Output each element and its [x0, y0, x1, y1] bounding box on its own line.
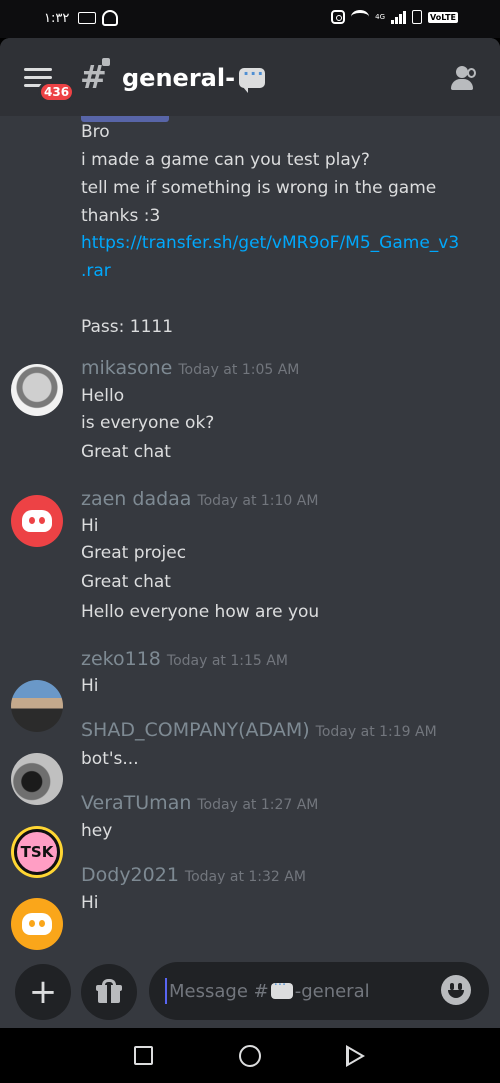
user-avatar[interactable]: [11, 364, 63, 416]
channel-header: 436 # general-: [0, 38, 500, 116]
member-head: [456, 66, 468, 78]
message-composer: + Message # -general: [0, 962, 500, 1028]
message-line: tell me if something is wrong in the gam…: [81, 178, 437, 198]
instagram-icon: [331, 10, 346, 24]
message-timestamp: Today at 1:15 AM: [166, 653, 288, 669]
user-avatar[interactable]: [11, 898, 63, 950]
message-timestamp: Today at 1:10 AM: [197, 493, 319, 509]
placeholder-prefix: Message #: [169, 980, 269, 1002]
battery-icon: [412, 10, 423, 24]
user-avatar[interactable]: [11, 495, 63, 547]
members-icon: [467, 68, 476, 78]
status-icons: 4G VoLTE: [331, 10, 458, 24]
message-line: Hi: [81, 516, 99, 536]
channel-title[interactable]: general-: [122, 64, 266, 93]
notification-icon: [78, 12, 96, 24]
discord-app: 436 # general- Bro i made a game can you…: [0, 38, 500, 1028]
message-author[interactable]: zaen dadaa Today at 1:10 AM: [81, 488, 318, 510]
message-line: is everyone ok?: [81, 413, 215, 433]
wifi-icon: [351, 10, 370, 24]
author-name: VeraTUman: [81, 792, 192, 814]
attach-button[interactable]: +: [15, 964, 71, 1020]
discord-logo-icon: [22, 913, 52, 935]
message-line: Hi: [81, 893, 99, 913]
message-line: Great chat: [81, 572, 171, 592]
status-time: ١:٣٢: [44, 11, 70, 26]
message-line: hey: [81, 821, 113, 841]
message-author[interactable]: SHAD_COMPANY(ADAM) Today at 1:19 AM: [81, 719, 437, 741]
author-name: Dody2021: [81, 864, 179, 886]
emoji-eye: [458, 983, 462, 990]
message-timestamp: Today at 1:05 AM: [178, 362, 300, 378]
menu-bar: [24, 76, 52, 79]
channel-name: general-: [122, 64, 236, 92]
status-bar: ١:٣٢ 4G VoLTE: [0, 0, 500, 38]
member-body: [451, 79, 473, 90]
network-type-label: 4G: [375, 13, 386, 21]
message-timestamp: Today at 1:32 AM: [184, 869, 306, 885]
gift-icon: [96, 979, 122, 1003]
message-line: Pass: 1111: [81, 317, 174, 337]
user-avatar[interactable]: TSK: [11, 826, 63, 878]
home-circle-icon[interactable]: [239, 1045, 261, 1067]
discord-logo-icon: [22, 510, 52, 532]
emoji-button[interactable]: [441, 975, 471, 1005]
signal-icon: [391, 10, 407, 24]
message-line: i made a game can you test play?: [81, 150, 370, 170]
message-line: Hello everyone how are you: [81, 602, 320, 622]
message-author[interactable]: zeko118 Today at 1:15 AM: [81, 648, 288, 670]
message-line: thanks :3: [81, 206, 161, 226]
members-button[interactable]: [450, 66, 480, 92]
message-line: Hello: [81, 386, 125, 406]
message-line: Great chat: [81, 442, 171, 462]
author-name: mikasone: [81, 357, 173, 379]
placeholder-suffix: -general: [294, 980, 370, 1002]
message-author[interactable]: VeraTUman Today at 1:27 AM: [81, 792, 318, 814]
message-timestamp: Today at 1:19 AM: [315, 724, 437, 740]
author-name: zeko118: [81, 648, 161, 670]
speech-bubble-icon: [270, 978, 293, 999]
message-link-continuation[interactable]: .rar: [81, 261, 111, 281]
user-avatar[interactable]: [11, 680, 63, 732]
message-link[interactable]: https://transfer.sh/get/vMR9oF/M5_Game_v…: [81, 233, 459, 253]
menu-bar: [24, 68, 52, 71]
message-line: bot's...: [81, 749, 139, 769]
volte-badge: VoLTE: [428, 11, 458, 23]
headphones-icon: [102, 10, 118, 26]
speech-bubble-icon: [239, 64, 266, 93]
message-line: Hi: [81, 676, 99, 696]
author-name: SHAD_COMPANY(ADAM): [81, 719, 310, 741]
message-line: Bro: [81, 122, 110, 142]
message-line: Great projec: [81, 543, 187, 563]
system-nav-bar: [0, 1028, 500, 1083]
message-list[interactable]: Bro i made a game can you test play? tel…: [0, 116, 500, 962]
gift-button[interactable]: [81, 964, 137, 1020]
user-avatar[interactable]: [11, 753, 63, 805]
plus-icon: +: [28, 972, 58, 1012]
author-name: zaen dadaa: [81, 488, 192, 510]
mention-badge: 436: [38, 81, 76, 103]
lock-icon: [102, 58, 110, 66]
text-caret: [165, 978, 167, 1004]
message-author[interactable]: Dody2021 Today at 1:32 AM: [81, 864, 306, 886]
message-timestamp: Today at 1:27 AM: [197, 797, 319, 813]
emoji-mouth: [448, 990, 464, 998]
recents-square-icon[interactable]: [134, 1046, 153, 1065]
back-triangle-icon[interactable]: [346, 1045, 365, 1067]
message-input[interactable]: Message # -general: [149, 962, 489, 1020]
avatar-logo-icon: TSK: [14, 829, 60, 875]
message-author[interactable]: mikasone Today at 1:05 AM: [81, 357, 299, 379]
emoji-icon: [450, 983, 454, 990]
